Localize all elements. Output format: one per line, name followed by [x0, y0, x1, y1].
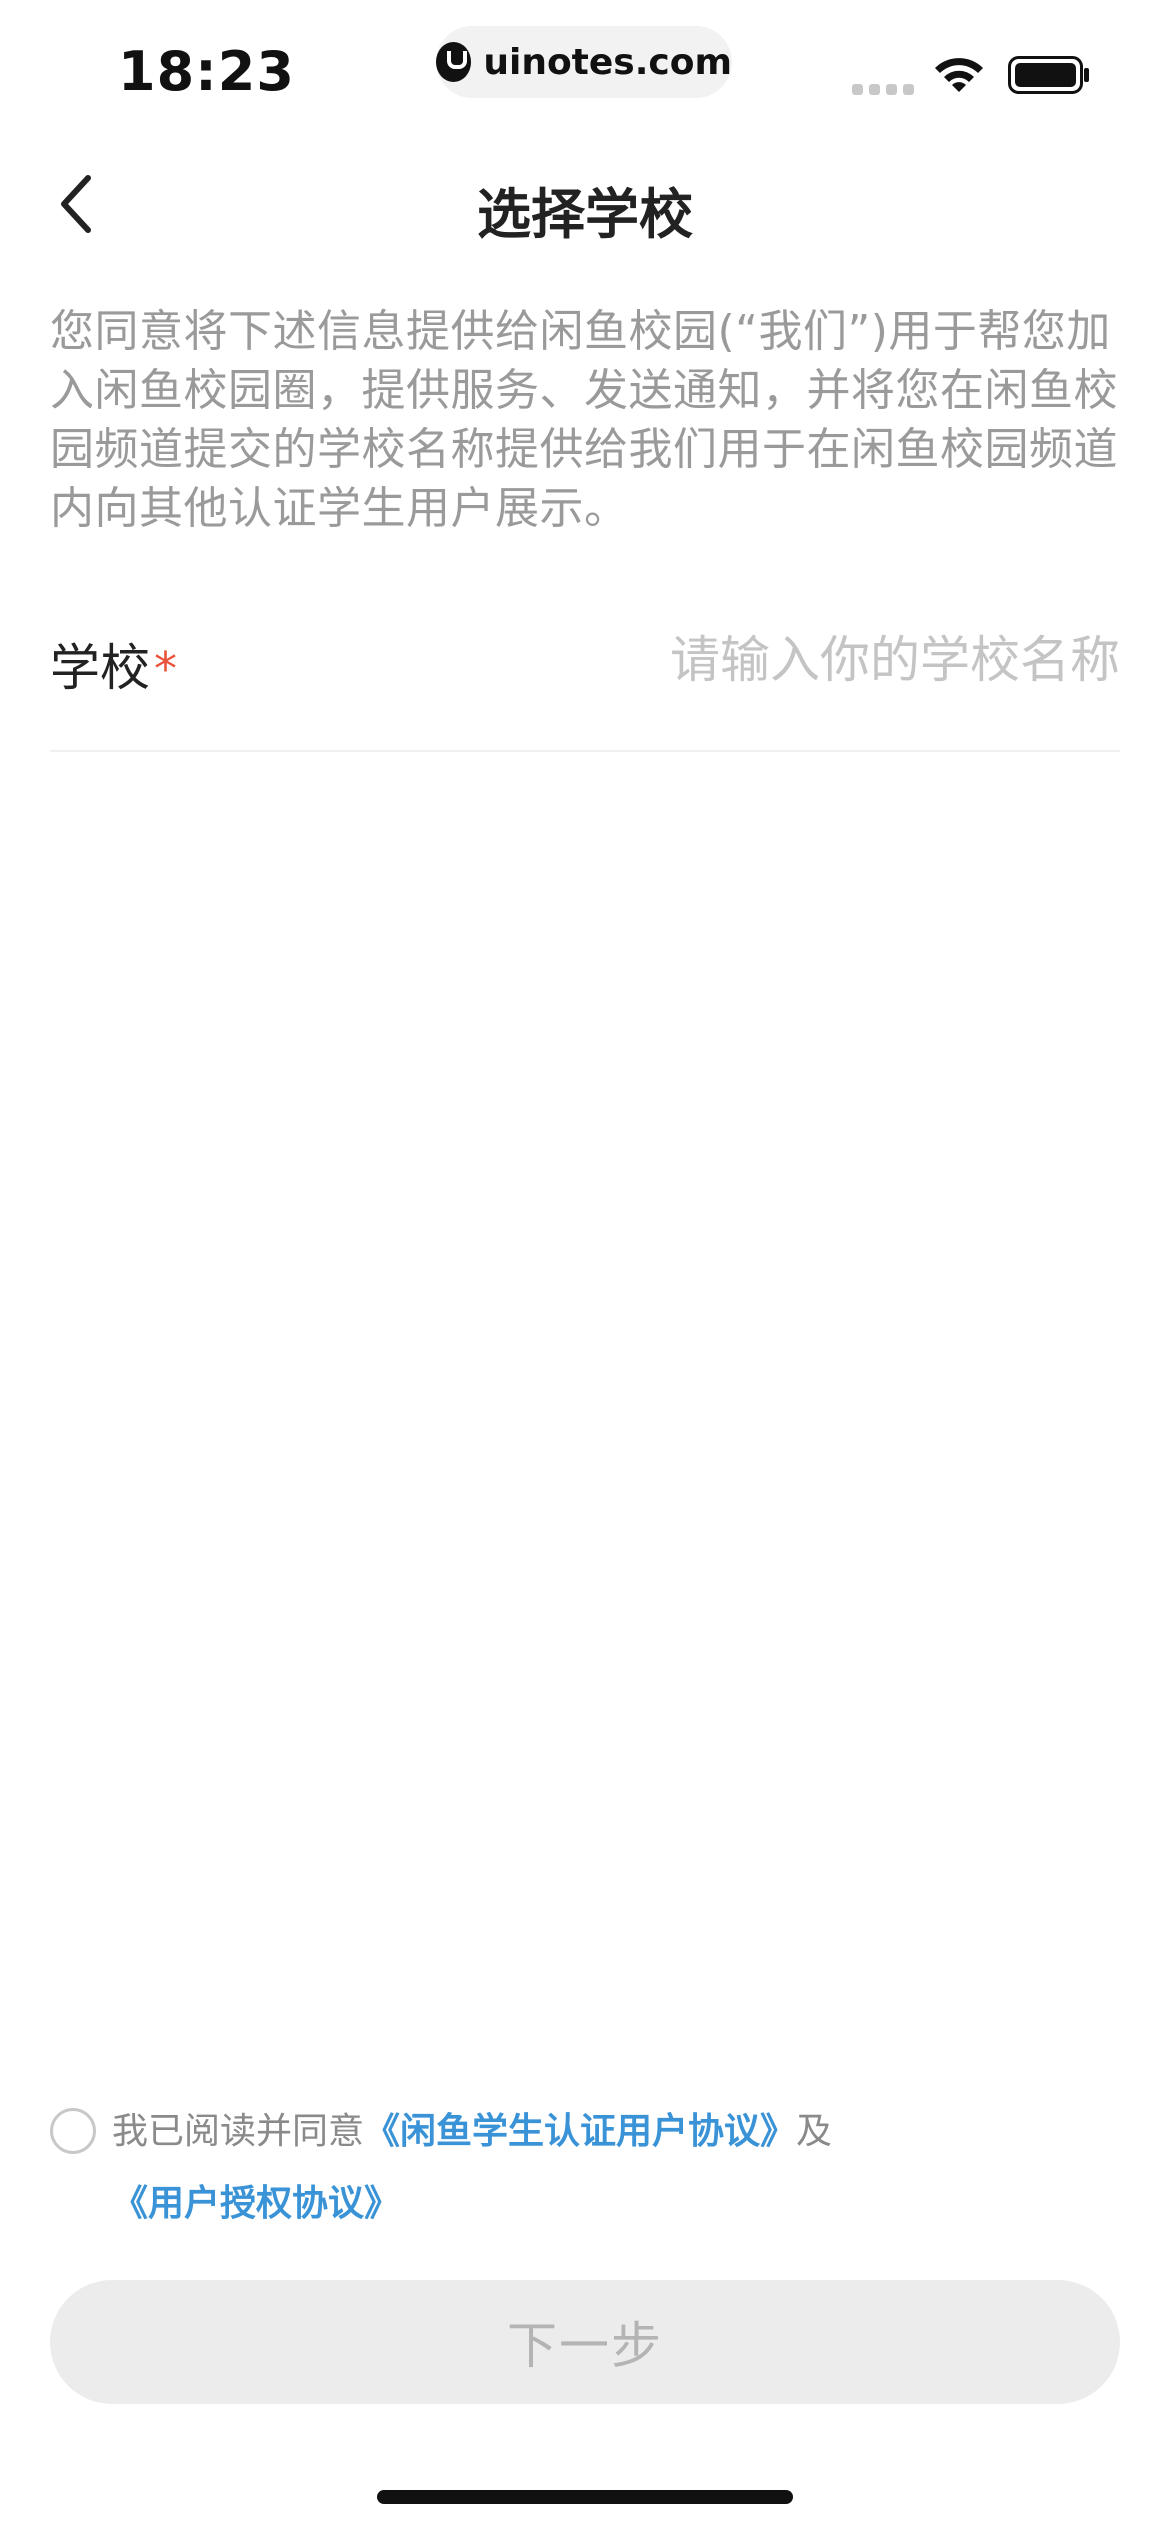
school-label: 学校*	[50, 628, 177, 700]
status-time: 18:23	[118, 40, 295, 103]
agreement-text: 我已阅读并同意《闲鱼学生认证用户协议》及《用户授权协议》	[112, 2096, 1112, 2240]
school-label-text: 学校	[50, 639, 150, 697]
wifi-icon	[935, 58, 983, 92]
url-pill[interactable]: uinotes.com	[436, 26, 732, 98]
agreement-prefix: 我已阅读并同意	[112, 2111, 365, 2152]
site-logo-icon	[436, 42, 472, 82]
required-mark: *	[154, 642, 177, 696]
nav-bar: 选择学校	[0, 150, 1170, 260]
url-text: uinotes.com	[483, 41, 732, 83]
student-agreement-link[interactable]: 《闲鱼学生认证用户协议》	[364, 2111, 796, 2152]
status-bar: 18:23 uinotes.com	[0, 0, 1170, 150]
battery-icon	[1008, 56, 1089, 94]
school-field-row: 学校*	[50, 612, 1120, 752]
agreement-conjunction: 及	[796, 2111, 833, 2152]
cellular-signal-icon	[852, 84, 914, 95]
next-step-button[interactable]: 下一步	[50, 2280, 1120, 2404]
privacy-notice: 您同意将下述信息提供给闲鱼校园(“我们”)用于帮您加入闲鱼校园圈，提供服务、发送…	[50, 306, 1118, 534]
user-authorization-link[interactable]: 《用户授权协议》	[112, 2183, 400, 2224]
agreement-checkbox[interactable]	[50, 2108, 96, 2154]
school-name-input[interactable]	[560, 622, 1120, 698]
home-indicator	[377, 2490, 793, 2504]
page-title: 选择学校	[477, 183, 693, 246]
